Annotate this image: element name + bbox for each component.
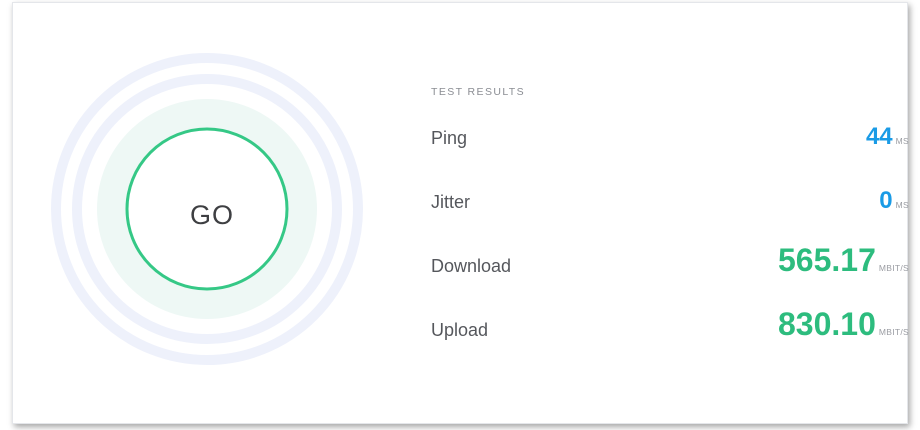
ping-number: 44	[865, 123, 893, 150]
result-row-jitter: Jitter 0 MS	[431, 175, 909, 215]
jitter-label: Jitter	[431, 192, 471, 212]
jitter-number: 0	[879, 187, 893, 214]
upload-number: 830.10	[777, 306, 876, 342]
jitter-unit: MS	[895, 200, 909, 210]
jitter-value: 0 MS	[879, 187, 909, 215]
upload-value: 830.10 MBIT/S	[778, 306, 909, 343]
ping-label: Ping	[431, 128, 468, 148]
download-number: 565.17	[777, 242, 876, 278]
download-value: 565.17 MBIT/S	[778, 242, 909, 279]
result-row-ping: Ping 44 MS	[431, 111, 909, 151]
download-unit: MBIT/S	[878, 263, 909, 273]
ping-unit: MS	[895, 136, 909, 146]
upload-unit: MBIT/S	[878, 327, 909, 337]
result-row-upload: Upload 830.10 MBIT/S	[431, 303, 909, 343]
ping-value: 44 MS	[866, 123, 909, 151]
download-label: Download	[431, 256, 512, 276]
upload-label: Upload	[431, 320, 489, 340]
result-row-download: Download 565.17 MBIT/S	[431, 239, 909, 279]
results-title: TEST RESULTS	[431, 86, 526, 98]
speedtest-panel: GO TEST RESULTS Ping 44 MS Jitter 0 MS Dow…	[12, 2, 909, 424]
go-button[interactable]: GO	[132, 135, 292, 295]
